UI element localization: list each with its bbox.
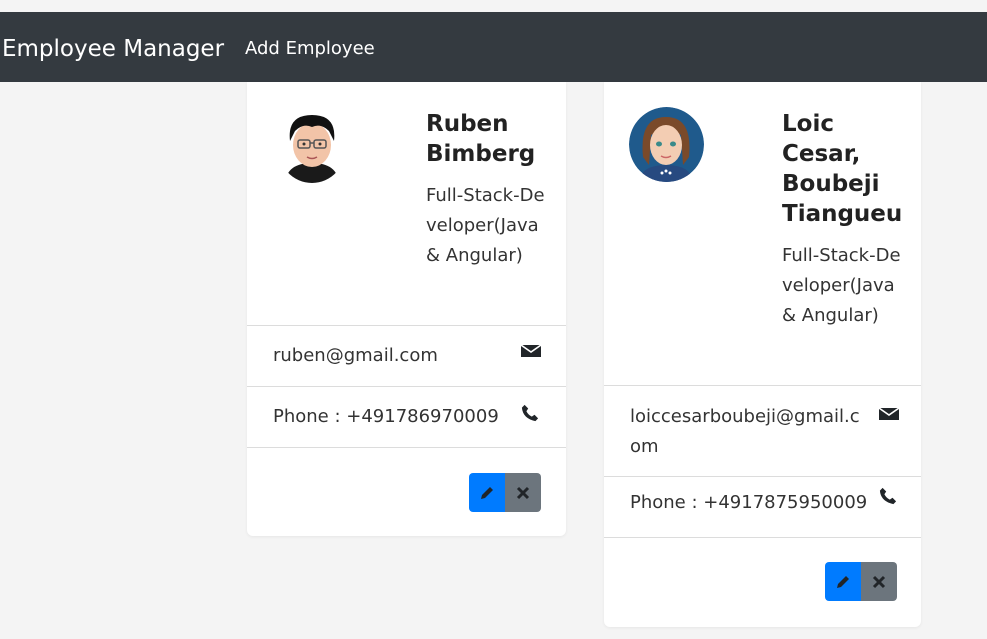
employee-phone: Phone : +491786970009 — [273, 406, 499, 427]
phone-icon — [879, 487, 899, 507]
employee-card: Ruben Bimberg Full-Stack-Developer(Java … — [247, 82, 566, 536]
edit-button[interactable] — [469, 473, 505, 512]
envelope-icon — [878, 404, 900, 424]
delete-button[interactable] — [505, 473, 541, 512]
brand-link[interactable]: Employee Manager — [2, 34, 224, 64]
employee-job-title: Full-Stack-Developer(Java & Angular) — [426, 185, 545, 266]
employee-name: Ruben Bimberg — [426, 111, 536, 167]
employee-job-title: Full-Stack-Developer(Java & Angular) — [782, 245, 901, 326]
female-cartoon-avatar-icon — [629, 107, 704, 182]
delete-button[interactable] — [861, 562, 897, 601]
phone-icon — [521, 404, 541, 424]
navbar: Employee Manager Add Employee — [0, 12, 987, 82]
male-cartoon-avatar-icon — [277, 107, 347, 183]
top-strip — [0, 0, 987, 12]
times-icon — [516, 486, 530, 499]
pencil-icon — [481, 486, 493, 499]
employee-phone: Phone : +4917875950009 — [630, 492, 868, 513]
actions-row — [604, 537, 921, 627]
employee-card: Loic Cesar, Boubeji Tiangueu Full-Stack-… — [604, 82, 921, 627]
phone-row: Phone : +4917875950009 — [604, 476, 921, 537]
envelope-icon — [520, 341, 542, 361]
add-employee-link[interactable]: Add Employee — [245, 36, 375, 62]
times-icon — [872, 575, 886, 588]
email-row: loiccesarboubeji@gmail.com — [604, 385, 921, 476]
actions-row — [247, 447, 566, 536]
employee-email: ruben@gmail.com — [273, 345, 438, 366]
edit-button[interactable] — [825, 562, 861, 601]
email-row: ruben@gmail.com — [247, 325, 566, 386]
employee-email: loiccesarboubeji@gmail.com — [630, 406, 860, 457]
avatar — [629, 107, 704, 182]
employee-name: Loic Cesar, Boubeji Tiangueu — [782, 111, 903, 227]
phone-row: Phone : +491786970009 — [247, 386, 566, 447]
avatar — [277, 107, 347, 183]
pencil-icon — [837, 575, 849, 588]
